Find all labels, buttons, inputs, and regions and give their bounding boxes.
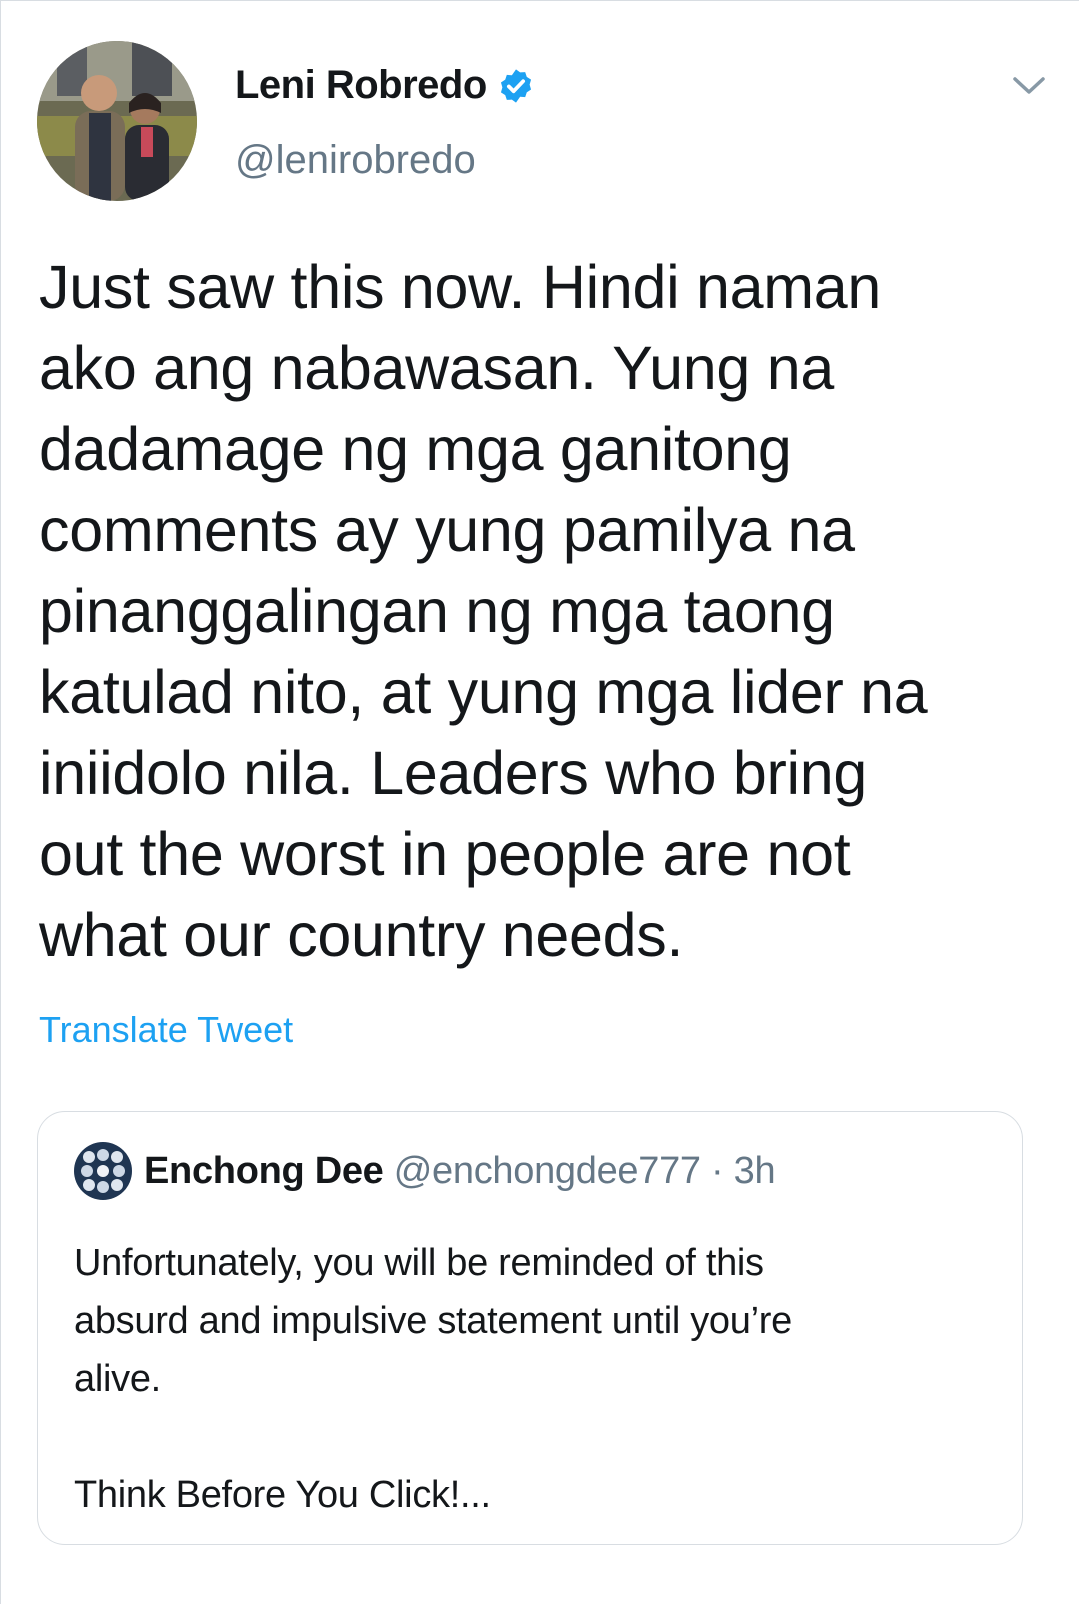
quoted-tweet-header: Enchong Dee @enchongdee777 · 3h [144, 1150, 776, 1193]
quoted-text-line: alive. [74, 1358, 161, 1400]
quoted-text-line: Think Before You Click!... [74, 1474, 491, 1516]
author-avatar[interactable] [37, 41, 197, 201]
tweet-text-line: katulad nito, at yung mga lider na [39, 658, 928, 726]
quoted-tweet-card[interactable]: Enchong Dee @enchongdee777 · 3h Unfortun… [37, 1111, 1023, 1545]
tweet-text-line: dadamage ng mga ganitong [39, 415, 792, 483]
quoted-text-line: absurd and impulsive statement until you… [74, 1300, 792, 1342]
tweet-text: Just saw this now. Hindi naman ako ang n… [39, 247, 1049, 976]
quoted-author-name[interactable]: Enchong Dee [144, 1150, 384, 1192]
quoted-author-handle[interactable]: @enchongdee777 [394, 1150, 701, 1192]
quoted-tweet-text: Unfortunately, you will be reminded of t… [74, 1234, 994, 1524]
profile-photo-icon [74, 1142, 132, 1200]
author-name-text: Leni Robredo [235, 63, 487, 107]
verified-badge-icon [500, 68, 531, 103]
tweet-text-line: what our country needs. [39, 901, 684, 969]
author-name[interactable]: Leni Robredo [235, 63, 535, 108]
translate-tweet-link[interactable]: Translate Tweet [39, 1009, 293, 1051]
quoted-text-line: Unfortunately, you will be reminded of t… [74, 1242, 764, 1284]
author-handle[interactable]: @lenirobredo [235, 138, 476, 183]
quoted-author-avatar[interactable] [74, 1142, 132, 1200]
tweet-text-line: comments ay yung pamilya na [39, 496, 855, 564]
tweet-container: Leni Robredo @lenirobredo Just saw this … [0, 0, 1079, 1604]
quoted-timestamp[interactable]: 3h [734, 1150, 776, 1192]
quoted-text-blank-line [74, 1408, 994, 1466]
tweet-text-line: ako ang nabawasan. Yung na [39, 334, 834, 402]
profile-photo-icon [37, 41, 197, 201]
separator-dot: · [711, 1150, 724, 1192]
tweet-text-line: pinanggalingan ng mga taong [39, 577, 835, 645]
tweet-text-line: out the worst in people are not [39, 820, 851, 888]
tweet-text-line: iniidolo nila. Leaders who bring [39, 739, 867, 807]
chevron-down-icon[interactable] [1011, 73, 1047, 97]
tweet-text-line: Just saw this now. Hindi naman [39, 253, 882, 321]
